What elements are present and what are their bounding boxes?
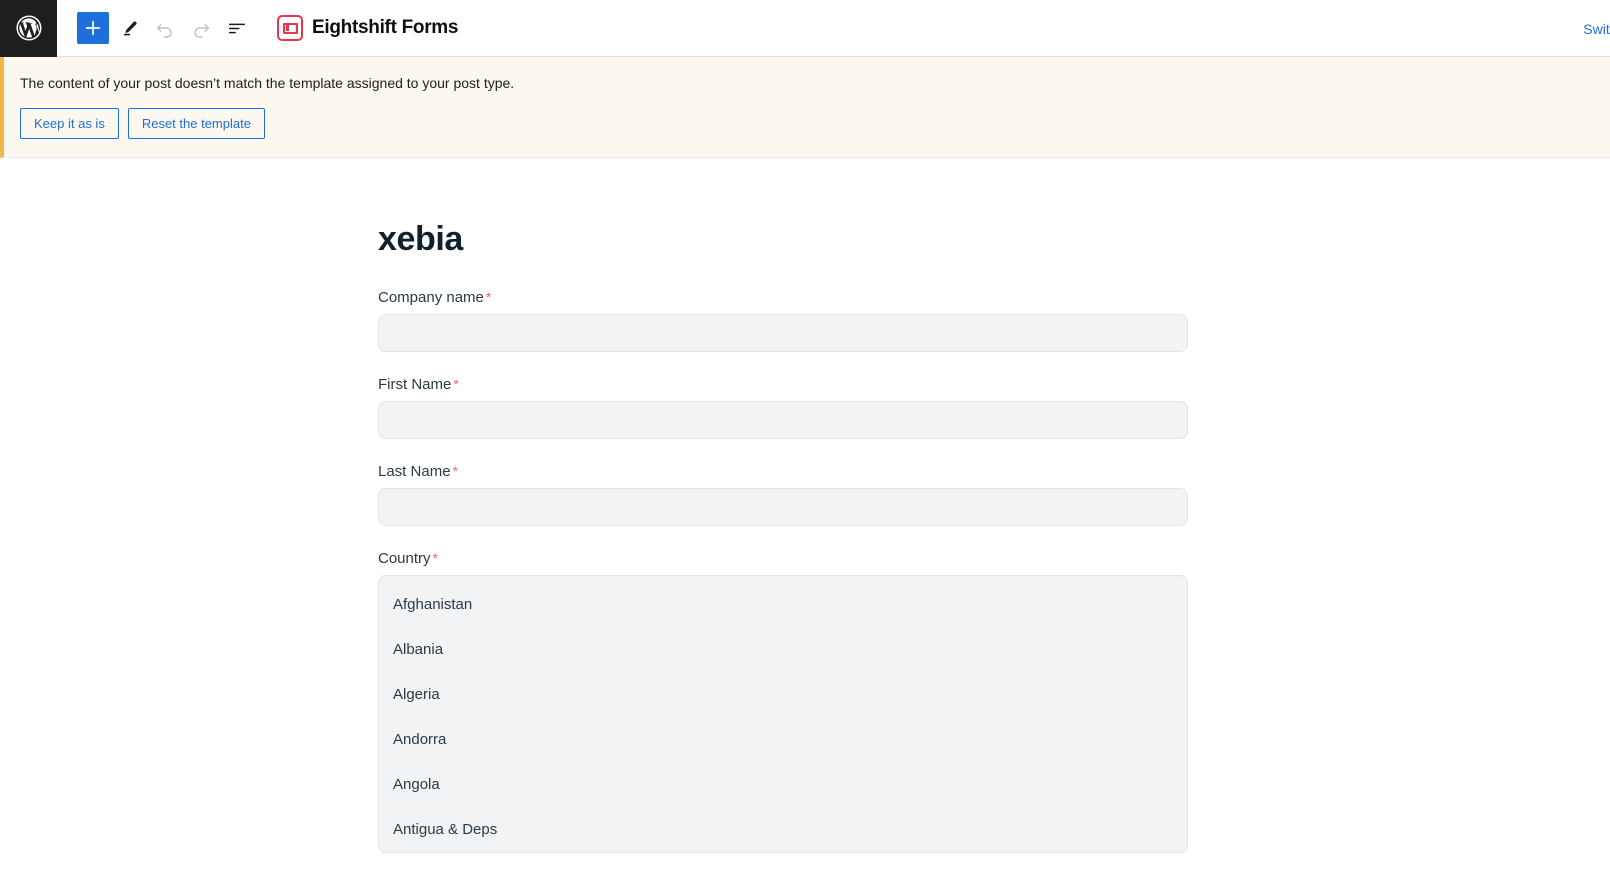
field-label-text: First Name (378, 376, 451, 393)
switch-to-draft-button[interactable]: Switch to draft (1583, 21, 1610, 37)
wordpress-logo-button[interactable] (0, 0, 57, 57)
country-option[interactable]: Angola (379, 762, 1187, 807)
country-option[interactable]: Albania (379, 627, 1187, 672)
add-block-button[interactable] (77, 12, 109, 44)
notice-message: The content of your post doesn’t match t… (20, 73, 1610, 94)
field-label: Last Name* (378, 463, 1188, 480)
country-option[interactable]: Afghanistan (379, 582, 1187, 627)
editor-toolbar (57, 12, 253, 44)
form-container: xebia Company name* First Name* Last Nam… (378, 158, 1188, 853)
plus-icon (82, 17, 104, 39)
first-name-input[interactable] (378, 401, 1188, 439)
field-country: Country* AfghanistanAlbaniaAlgeriaAndorr… (378, 550, 1188, 853)
wordpress-logo-icon (14, 13, 44, 43)
required-marker: * (453, 463, 458, 479)
country-option[interactable]: Algeria (379, 672, 1187, 717)
form-title: xebia (378, 220, 1188, 259)
pencil-icon (118, 17, 140, 39)
undo-button[interactable] (149, 12, 181, 44)
required-marker: * (453, 376, 458, 392)
document-outline-icon (226, 17, 248, 39)
country-option[interactable]: Antigua & Deps (379, 807, 1187, 852)
edit-tool-button[interactable] (113, 12, 145, 44)
field-label: Country* (378, 550, 1188, 567)
country-select-listbox[interactable]: AfghanistanAlbaniaAlgeriaAndorraAngolaAn… (378, 575, 1188, 853)
editor-canvas: xebia Company name* First Name* Last Nam… (0, 158, 1610, 885)
field-label: Company name* (378, 289, 1188, 306)
undo-arrow-icon (154, 17, 176, 39)
keep-it-as-is-button[interactable]: Keep it as is (20, 108, 119, 139)
last-name-input[interactable] (378, 488, 1188, 526)
required-marker: * (433, 550, 438, 566)
notice-actions: Keep it as is Reset the template (20, 108, 1610, 139)
company-name-input[interactable] (378, 314, 1188, 352)
field-label: First Name* (378, 376, 1188, 393)
field-last-name: Last Name* (378, 463, 1188, 526)
field-company-name: Company name* (378, 289, 1188, 352)
required-marker: * (486, 289, 491, 305)
details-button[interactable] (221, 12, 253, 44)
country-option[interactable]: Andorra (379, 717, 1187, 762)
editor-header: Eightshift Forms Switch to draft (0, 0, 1610, 57)
redo-arrow-icon (190, 17, 212, 39)
template-mismatch-notice: The content of your post doesn’t match t… (0, 57, 1610, 158)
field-label-text: Company name (378, 289, 484, 306)
header-right-actions: Switch to draft (1583, 0, 1610, 57)
reset-the-template-button[interactable]: Reset the template (128, 108, 265, 139)
field-first-name: First Name* (378, 376, 1188, 439)
brand: Eightshift Forms (277, 15, 458, 41)
field-label-text: Country (378, 550, 431, 567)
brand-name: Eightshift Forms (312, 17, 458, 39)
eightshift-forms-logo-icon (277, 15, 303, 41)
redo-button[interactable] (185, 12, 217, 44)
field-label-text: Last Name (378, 463, 451, 480)
